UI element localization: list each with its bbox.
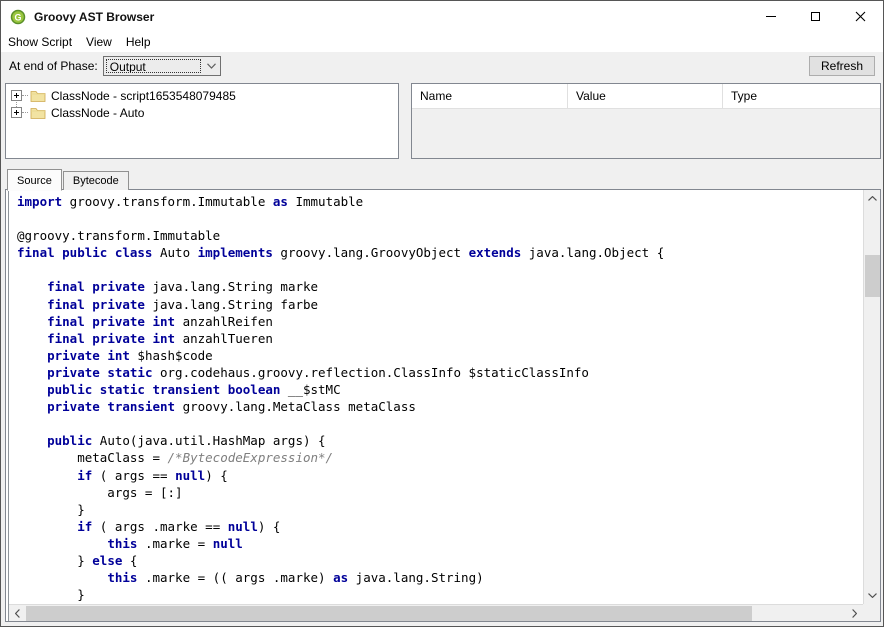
source-code[interactable]: import groovy.transform.Immutable as Imm… — [10, 190, 863, 604]
source-code-panel: import groovy.transform.Immutable as Imm… — [5, 189, 881, 622]
chevron-down-icon — [203, 57, 220, 75]
column-header-name[interactable]: Name — [412, 84, 568, 109]
chevron-up-icon — [868, 196, 877, 201]
code-line: final private int anzahlReifen — [17, 313, 863, 330]
expand-plus-icon[interactable] — [11, 90, 22, 101]
tree-row-auto-classnode[interactable]: ClassNode - Auto — [6, 104, 398, 121]
maximize-icon — [811, 12, 820, 21]
code-line — [17, 261, 863, 278]
window-title: Groovy AST Browser — [34, 10, 154, 24]
window-controls — [748, 1, 883, 32]
code-line: args = [:] — [17, 484, 863, 501]
code-line — [17, 415, 863, 432]
refresh-button[interactable]: Refresh — [809, 56, 875, 76]
code-line: } — [17, 586, 863, 603]
chevron-right-icon — [852, 609, 857, 618]
vertical-scroll-thumb[interactable] — [865, 255, 880, 297]
tabstrip: Source Bytecode — [7, 167, 129, 190]
tab-source[interactable]: Source — [7, 169, 62, 191]
code-line: this .marke = (( args .marke) as java.la… — [17, 569, 863, 586]
code-line: final private int anzahlTueren — [17, 330, 863, 347]
column-header-type[interactable]: Type — [723, 84, 880, 109]
groovy-ast-browser-window: G Groovy AST Browser Show Script View He… — [0, 0, 884, 627]
minimize-icon — [766, 16, 776, 17]
menu-show-script[interactable]: Show Script — [8, 33, 79, 51]
ast-tree-panel[interactable]: ClassNode - script1653548079485 ClassNod… — [5, 83, 399, 159]
vertical-scrollbar[interactable] — [863, 190, 880, 604]
table-header: Name Value Type — [412, 84, 880, 109]
code-line: metaClass = /*BytecodeExpression*/ — [17, 449, 863, 466]
svg-text:G: G — [14, 12, 21, 22]
expand-plus-icon[interactable] — [11, 107, 22, 118]
code-line: public Auto(java.util.HashMap args) { — [17, 432, 863, 449]
titlebar-left: G Groovy AST Browser — [1, 9, 154, 25]
upper-panels: ClassNode - script1653548079485 ClassNod… — [5, 83, 881, 159]
scroll-right-button[interactable] — [846, 605, 863, 622]
scroll-up-button[interactable] — [864, 190, 881, 207]
code-line: if ( args == null) { — [17, 467, 863, 484]
tree-node-label: ClassNode - script1653548079485 — [51, 89, 236, 103]
code-line: final private java.lang.String farbe — [17, 296, 863, 313]
titlebar: G Groovy AST Browser — [1, 1, 883, 32]
code-line: } else { — [17, 552, 863, 569]
tree-dots — [22, 112, 28, 113]
scrollbar-corner — [863, 604, 880, 621]
code-line: final private java.lang.String marke — [17, 278, 863, 295]
folder-icon — [30, 106, 46, 119]
maximize-button[interactable] — [793, 1, 838, 32]
phase-dropdown-value: Output — [106, 59, 201, 73]
groovy-logo-icon: G — [10, 9, 26, 25]
panel-splitter[interactable] — [399, 83, 411, 159]
tab-bytecode[interactable]: Bytecode — [63, 171, 129, 190]
code-line: final public class Auto implements groov… — [17, 244, 863, 261]
code-line: public static transient boolean __$stMC — [17, 381, 863, 398]
code-line: this .marke = null — [17, 535, 863, 552]
scroll-left-button[interactable] — [9, 605, 26, 622]
code-line: private transient groovy.lang.MetaClass … — [17, 398, 863, 415]
menu-help[interactable]: Help — [126, 33, 158, 51]
chevron-left-icon — [15, 609, 20, 618]
chevron-down-icon — [868, 593, 877, 598]
code-line: private int $hash$code — [17, 347, 863, 364]
minimize-button[interactable] — [748, 1, 793, 32]
tree-node-label: ClassNode - Auto — [51, 106, 144, 120]
code-line: @groovy.transform.Immutable — [17, 227, 863, 244]
column-header-value[interactable]: Value — [568, 84, 723, 109]
attribute-table-panel: Name Value Type — [411, 83, 881, 159]
phase-toolbar: At end of Phase: Output Refresh — [1, 52, 883, 80]
close-button[interactable] — [838, 1, 883, 32]
tree-row-script-classnode[interactable]: ClassNode - script1653548079485 — [6, 87, 398, 104]
horizontal-scrollbar[interactable] — [9, 604, 863, 621]
phase-dropdown[interactable]: Output — [103, 56, 221, 76]
tree-dots — [22, 95, 28, 96]
table-body — [412, 109, 880, 158]
phase-label: At end of Phase: — [9, 59, 98, 73]
horizontal-scroll-thumb[interactable] — [26, 606, 752, 621]
code-viewport: import groovy.transform.Immutable as Imm… — [8, 190, 880, 621]
menu-view[interactable]: View — [86, 33, 119, 51]
folder-icon — [30, 89, 46, 102]
code-line: private static org.codehaus.groovy.refle… — [17, 364, 863, 381]
code-line: if ( args .marke == null) { — [17, 518, 863, 535]
code-line — [17, 210, 863, 227]
scroll-down-button[interactable] — [864, 587, 881, 604]
close-icon — [855, 11, 866, 22]
menubar: Show Script View Help — [1, 32, 883, 52]
code-line: } — [17, 501, 863, 518]
code-line: import groovy.transform.Immutable as Imm… — [17, 193, 863, 210]
